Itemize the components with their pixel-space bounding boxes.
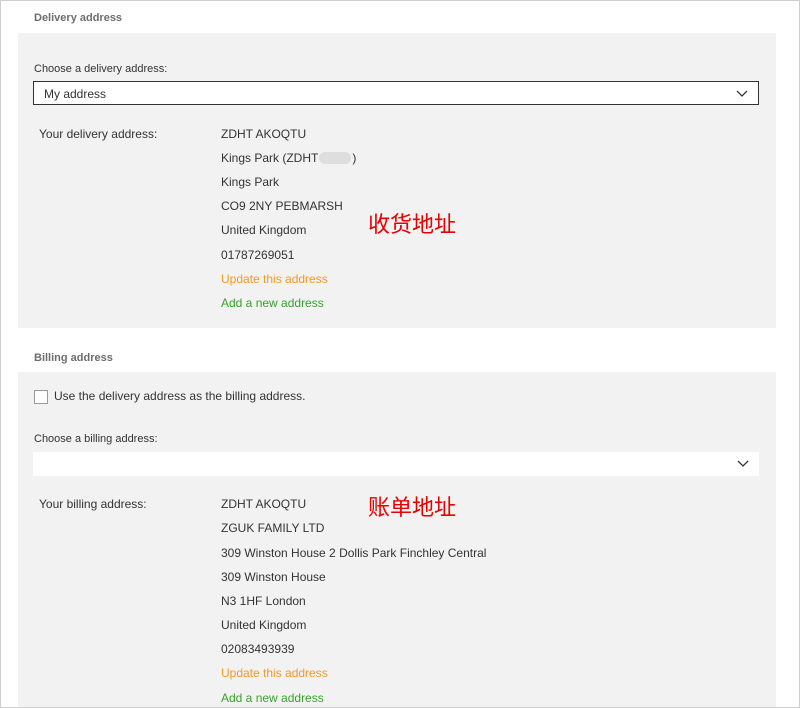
billing-address-label: Your billing address: — [39, 497, 147, 511]
delivery-address-line: Kings Park (ZDHT) — [221, 151, 356, 165]
delivery-add-address-link[interactable]: Add a new address — [221, 296, 324, 310]
delivery-update-address-link[interactable]: Update this address — [221, 272, 328, 286]
delivery-select-value: My address — [44, 87, 107, 101]
delivery-address-line-suffix: ) — [352, 151, 357, 165]
billing-update-address-link[interactable]: Update this address — [221, 666, 328, 680]
billing-panel: Use the delivery address as the billing … — [18, 372, 776, 707]
delivery-address-line: United Kingdom — [221, 223, 307, 237]
delivery-panel: Choose a delivery address: My address Yo… — [18, 33, 776, 328]
use-delivery-as-billing-checkbox[interactable] — [34, 390, 48, 404]
delivery-address-line: Kings Park — [221, 175, 280, 189]
delivery-address-line: CO9 2NY PEBMARSH — [221, 199, 343, 213]
delivery-annotation: 收货地址 — [368, 213, 457, 238]
chevron-down-icon — [737, 460, 749, 467]
billing-choose-label: Choose a billing address: — [34, 433, 158, 445]
delivery-address-line: 01787269051 — [221, 248, 295, 262]
billing-section-title: Billing address — [34, 352, 113, 364]
billing-address-line: ZGUK FAMILY LTD — [221, 521, 325, 535]
delivery-choose-label: Choose a delivery address: — [34, 63, 168, 75]
delivery-address-select[interactable]: My address — [33, 81, 759, 105]
billing-address-select[interactable] — [33, 452, 759, 476]
delivery-address-line: ZDHT AKOQTU — [221, 127, 307, 141]
delivery-section-title: Delivery address — [34, 12, 123, 24]
delivery-address-label: Your delivery address: — [39, 127, 158, 141]
delivery-address-line-text: Kings Park (ZDHT — [221, 151, 319, 165]
billing-address-line: N3 1HF London — [221, 594, 306, 608]
redacted-blur — [319, 152, 352, 164]
billing-address-line: ZDHT AKOQTU — [221, 497, 307, 511]
billing-annotation: 账单地址 — [368, 496, 457, 521]
billing-address-line: 02083493939 — [221, 642, 295, 656]
use-delivery-as-billing-label[interactable]: Use the delivery address as the billing … — [54, 389, 305, 403]
billing-address-line: 309 Winston House — [221, 570, 326, 584]
billing-address-line: United Kingdom — [221, 618, 307, 632]
billing-address-line: 309 Winston House 2 Dollis Park Finchley… — [221, 546, 487, 560]
checkout-address-form: Delivery address Choose a delivery addre… — [0, 0, 800, 708]
billing-add-address-link[interactable]: Add a new address — [221, 691, 324, 705]
chevron-down-icon — [736, 90, 748, 97]
